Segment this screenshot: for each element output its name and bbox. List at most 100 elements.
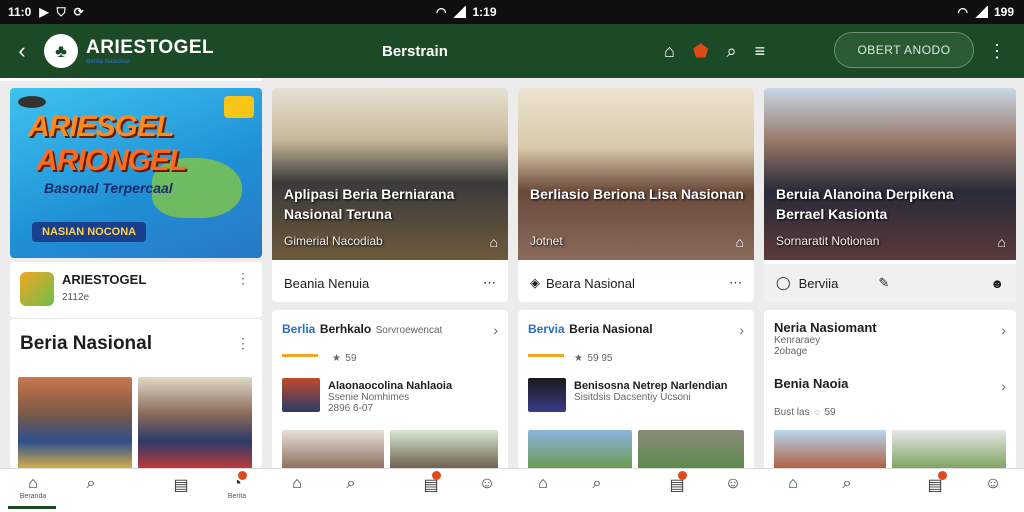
wifi-icon: ◠ bbox=[436, 5, 447, 19]
search-icon: ⌕ bbox=[592, 475, 602, 492]
notification-icon[interactable]: ⬟ bbox=[693, 41, 709, 62]
news-photo[interactable] bbox=[892, 430, 1006, 470]
like-icon[interactable]: ◯ bbox=[776, 275, 791, 291]
comment-icon[interactable]: ✎ bbox=[878, 275, 889, 291]
notification-dot bbox=[238, 471, 247, 480]
profile-card[interactable]: ARIESTOGEL 2112e ⋮ bbox=[10, 262, 262, 318]
nav-search[interactable]: ⌕ bbox=[832, 475, 862, 493]
progress-bar bbox=[528, 354, 564, 357]
news-photo[interactable] bbox=[138, 377, 252, 468]
chevron-right-icon[interactable]: › bbox=[1001, 322, 1006, 338]
news-headline: Beruia Alanoina Derpikena Berrael Kasion… bbox=[776, 186, 954, 222]
home-icon[interactable]: ⌂ bbox=[664, 41, 675, 62]
chevron-right-icon[interactable]: › bbox=[739, 322, 744, 338]
sync-icon: ⟳ bbox=[73, 5, 84, 19]
news-photo[interactable] bbox=[638, 430, 744, 470]
nav-search[interactable]: ⌕ bbox=[336, 475, 366, 493]
cta-button[interactable]: OBERT ANODO bbox=[834, 32, 974, 68]
profile-icon: ☺ bbox=[984, 475, 1002, 492]
notification-dot bbox=[432, 471, 441, 480]
nav-profile[interactable]: ☺ bbox=[472, 475, 502, 493]
shield-icon: ⛉ bbox=[56, 4, 66, 19]
feed-icon: ▤ bbox=[173, 477, 189, 494]
more-vert-icon[interactable]: ⋮ bbox=[236, 335, 250, 352]
list-meta: Kenraraey bbox=[774, 335, 821, 346]
list-card: Berlia Berhkalo Sorvroewencat › ★ 59 Ala… bbox=[272, 310, 508, 470]
status-time-left: 11:0 bbox=[8, 5, 32, 19]
list-count: 59 95 bbox=[587, 353, 613, 364]
nav-search[interactable]: ⌕ bbox=[76, 475, 106, 493]
news-photo[interactable] bbox=[528, 430, 632, 470]
nav-profile[interactable]: ☺ bbox=[718, 475, 748, 493]
nav-home[interactable]: ⌂ bbox=[528, 475, 558, 493]
news-headline: Aplipasi Beria Berniarana Nasional Terun… bbox=[284, 186, 455, 222]
nav-search[interactable]: ⌕ bbox=[582, 475, 612, 493]
more-horiz-icon[interactable]: ⋯ bbox=[729, 275, 742, 291]
star-icon: ★ bbox=[574, 353, 583, 364]
section-title: Beria Nasional bbox=[20, 333, 152, 354]
share-icon[interactable]: ⌂ bbox=[998, 234, 1006, 250]
list-item[interactable]: Benia Naoia bbox=[774, 376, 990, 391]
list-meta: 2obage bbox=[774, 346, 808, 357]
list-item[interactable]: Bervia Beria Nasional bbox=[528, 320, 744, 338]
chevron-right-icon[interactable]: › bbox=[1001, 378, 1006, 394]
list-title: Neria Nasiomant bbox=[774, 320, 877, 335]
brand: ARIESTOGEL Berita Nasional bbox=[86, 37, 214, 65]
list-tag: Bervia bbox=[528, 322, 565, 336]
list-card: Neria Nasiomant Kenraraey 2obage › Benia… bbox=[764, 310, 1016, 470]
news-card[interactable]: Beruia Alanoina Derpikena Berrael Kasion… bbox=[764, 88, 1016, 302]
news-footer-label: Berviia bbox=[798, 275, 839, 291]
profile-icon: ☺ bbox=[724, 475, 742, 492]
app-bar: ‹ ♣ ARIESTOGEL Berita Nasional Berstrain… bbox=[0, 24, 1024, 78]
search-icon[interactable]: ⌕ bbox=[727, 41, 737, 62]
list-card: Bervia Beria Nasional › ★ 59 95 Benisosn… bbox=[518, 310, 754, 470]
notification-dot bbox=[938, 471, 947, 480]
share-icon[interactable]: ⌂ bbox=[736, 234, 744, 250]
nav-profile[interactable]: ☺ bbox=[978, 475, 1008, 493]
status-time-center: 1:19 bbox=[472, 5, 497, 19]
list-meta-row: ★ 59 95 bbox=[574, 348, 754, 366]
list-title: Benia Naoia bbox=[774, 376, 849, 391]
back-arrow-icon[interactable]: ‹ bbox=[0, 38, 44, 64]
chevron-right-icon[interactable]: › bbox=[493, 322, 498, 338]
nav-home[interactable]: ⌂ bbox=[282, 475, 312, 493]
news-photo[interactable] bbox=[774, 430, 886, 470]
nav-feed[interactable]: ▤ bbox=[416, 475, 446, 495]
list-date: 2896 6-07 bbox=[328, 403, 374, 414]
news-photo[interactable] bbox=[390, 430, 498, 470]
nav-feed[interactable]: ▤ bbox=[662, 475, 692, 495]
badge-icon bbox=[18, 96, 46, 108]
more-horiz-icon[interactable]: ⋯ bbox=[483, 275, 496, 291]
section-card: Beria Nasional ⋮ bbox=[10, 318, 262, 468]
news-card[interactable]: Aplipasi Beria Berniarana Nasional Terun… bbox=[272, 88, 508, 302]
nav-news[interactable]: ◔ Berita bbox=[222, 475, 252, 500]
nav-home[interactable]: ⌂ bbox=[778, 475, 808, 493]
list-title: Berhkalo bbox=[319, 322, 372, 336]
news-photo[interactable] bbox=[18, 377, 132, 468]
share-icon[interactable]: ⌂ bbox=[490, 234, 498, 250]
play-icon: ▶ bbox=[39, 5, 49, 19]
news-card[interactable]: Berliasio Beriona Lisa Nasionan Jotnet ⌂… bbox=[518, 88, 754, 302]
news-thumb bbox=[282, 378, 320, 412]
list-item[interactable]: Neria Nasiomant Kenraraey 2obage bbox=[774, 320, 990, 357]
page-title: Berstrain bbox=[382, 42, 448, 60]
list-title: Benisosna Netrep Narlendian bbox=[574, 380, 728, 392]
news-source: Jotnet bbox=[530, 234, 563, 248]
hero-banner[interactable]: ARIESGEL ARIONGEL Basonal Terpercaal NAS… bbox=[10, 88, 262, 258]
list-title: Beria Nasional bbox=[569, 322, 653, 336]
sticker-icon[interactable]: ☻ bbox=[990, 276, 1004, 291]
news-source: Sornaratit Notionan bbox=[776, 234, 880, 248]
more-vert-icon[interactable]: ⋮ bbox=[988, 41, 1006, 62]
nav-home[interactable]: ⌂ Beranda bbox=[18, 475, 48, 500]
menu-icon[interactable]: ≡ bbox=[755, 41, 766, 62]
list-item[interactable]: Benisosna Netrep Narlendian Sisitdsis Da… bbox=[574, 380, 744, 403]
nav-feed[interactable]: ▤ bbox=[166, 475, 196, 495]
list-item[interactable]: Alaonaocolina Nahlaoia Ssenie Nomhimes 2… bbox=[328, 380, 498, 414]
profile-icon: ☺ bbox=[478, 475, 496, 492]
award-icon bbox=[224, 96, 254, 118]
hero-pill: NASIAN NOCONA bbox=[32, 222, 147, 242]
star-icon: ★ bbox=[332, 353, 341, 364]
list-item[interactable]: Berlia Berhkalo Sorvroewencat bbox=[282, 320, 498, 338]
more-vert-icon[interactable]: ⋮ bbox=[236, 270, 250, 287]
news-photo[interactable] bbox=[282, 430, 384, 470]
